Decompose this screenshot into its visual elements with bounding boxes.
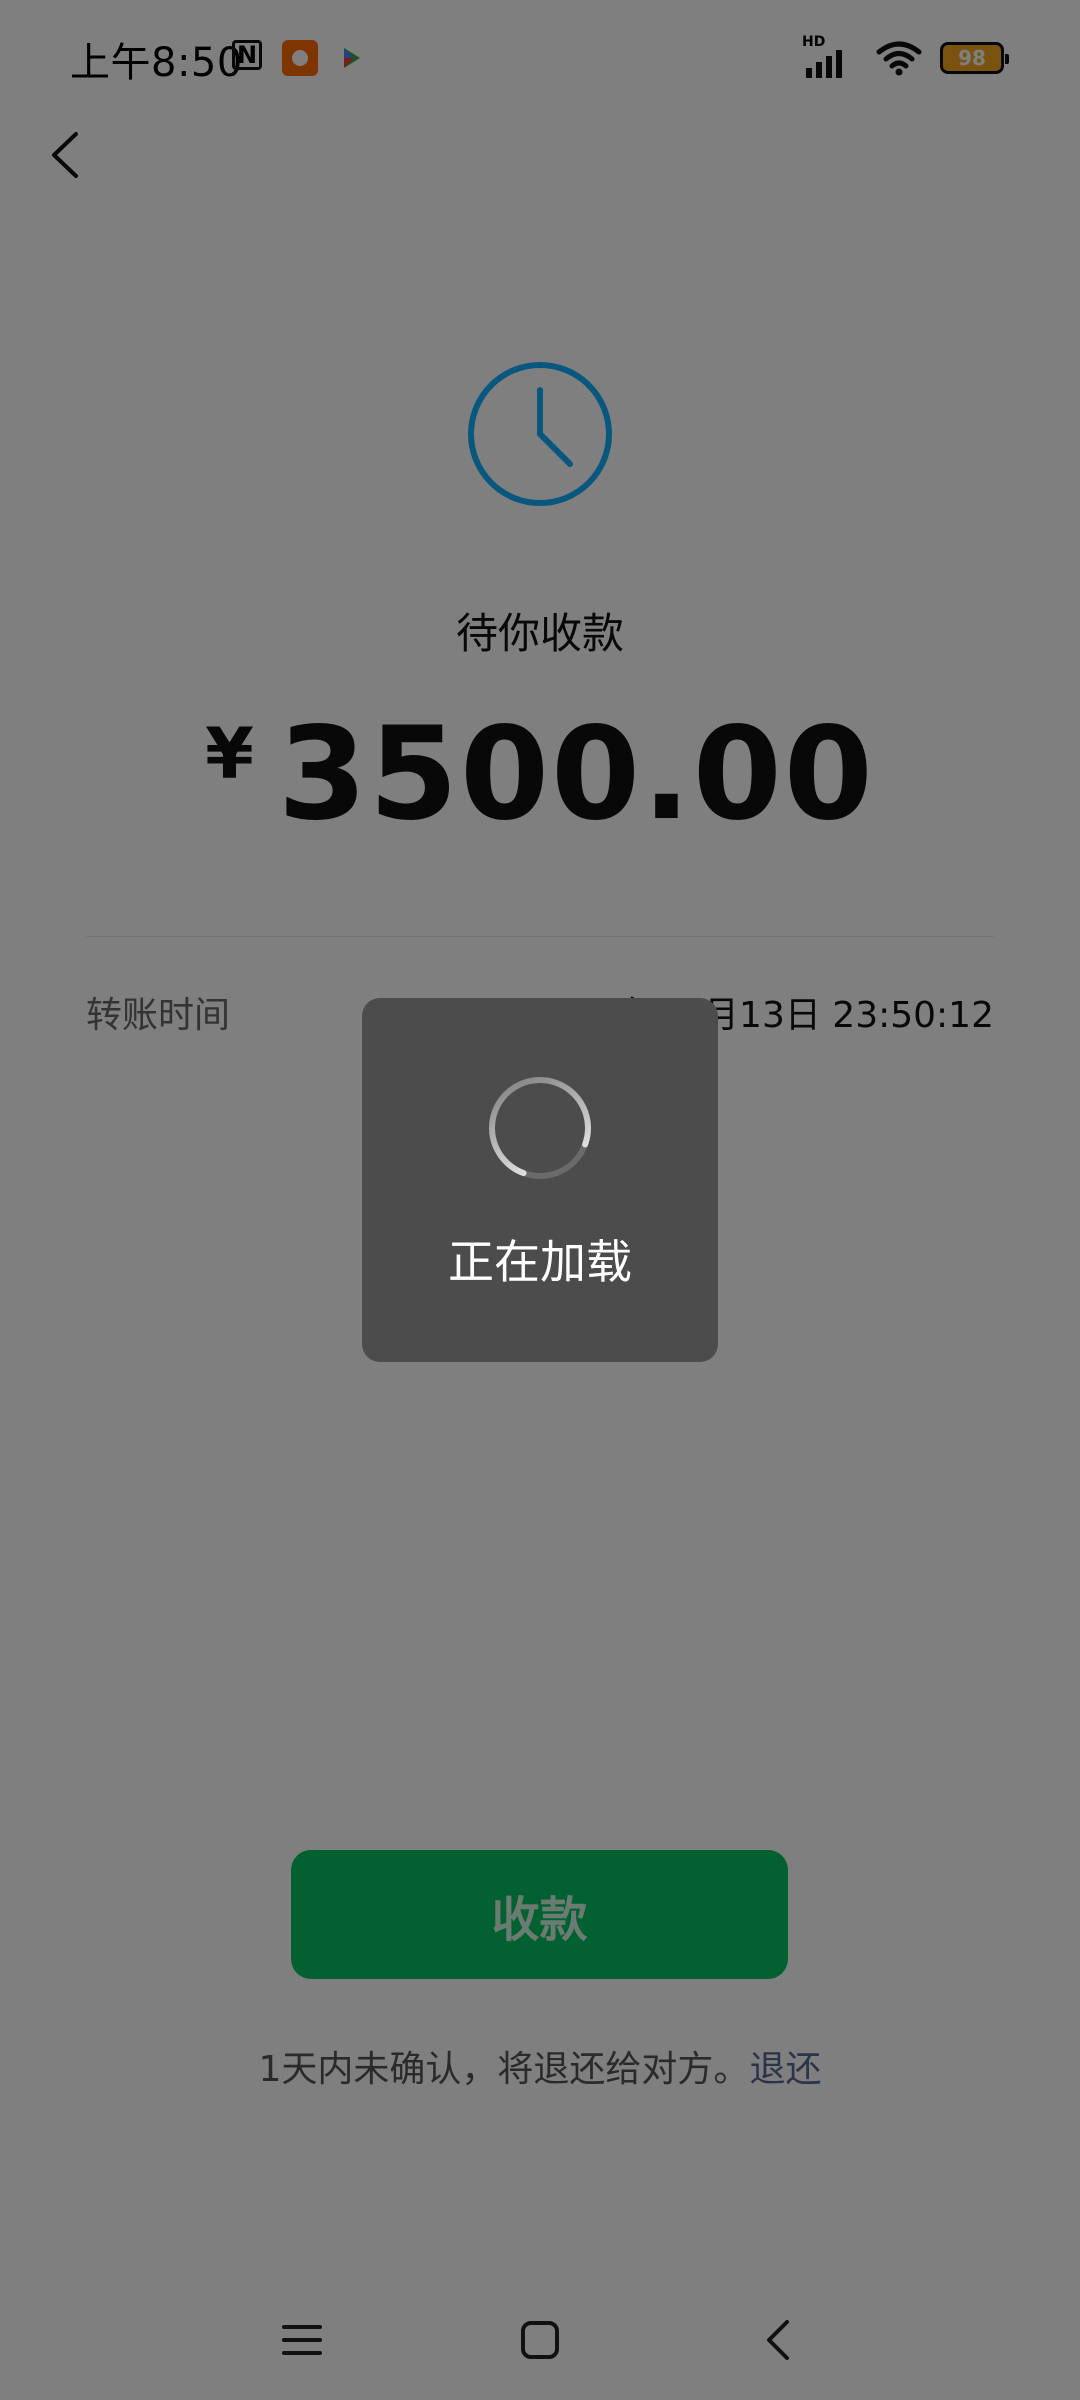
loading-text: 正在加载 (448, 1235, 632, 1289)
loading-toast: 正在加载 (362, 998, 718, 1362)
loading-spinner-icon (489, 1077, 591, 1179)
transfer-screen: 上午8:50 N HD 98 (0, 0, 1080, 2400)
